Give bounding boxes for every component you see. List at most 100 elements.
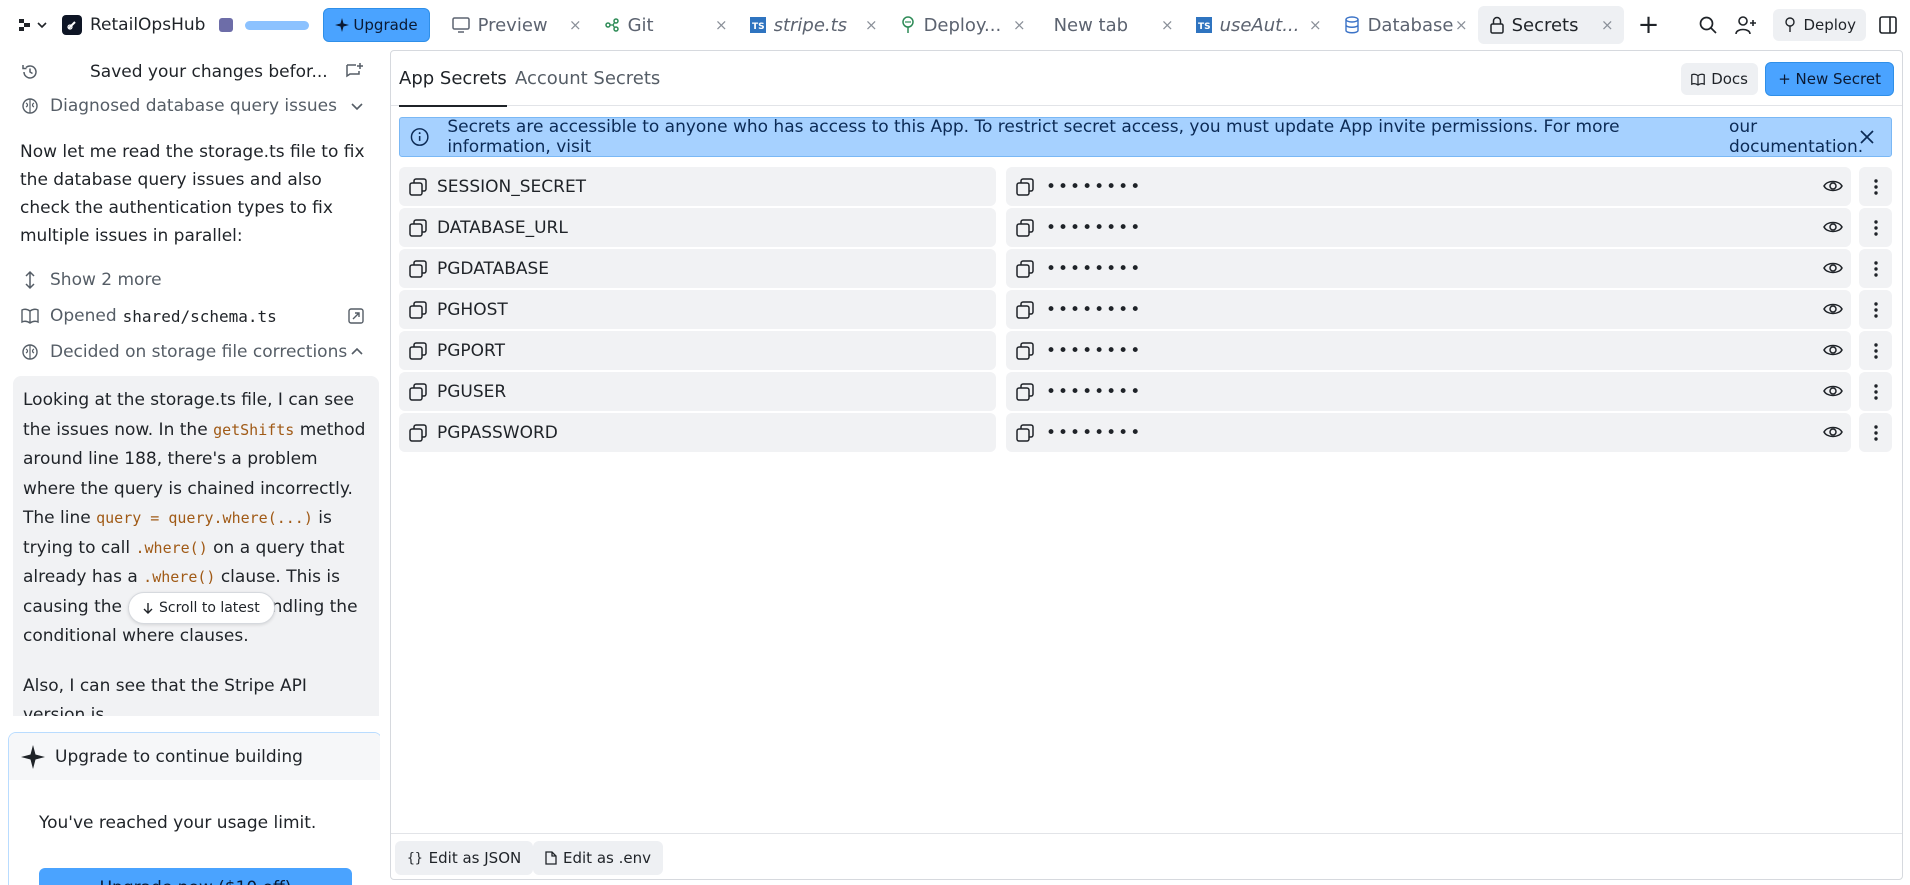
tab-secrets[interactable]: Secrets × xyxy=(1477,6,1624,44)
secret-key-field[interactable]: PGPORT xyxy=(399,331,996,370)
secret-key-field[interactable]: PGHOST xyxy=(399,290,996,329)
chevron-down-icon xyxy=(37,22,47,29)
copy-icon[interactable] xyxy=(409,341,427,360)
tab-app-secrets[interactable]: App Secrets xyxy=(399,51,507,107)
eye-icon[interactable] xyxy=(1823,300,1843,318)
tab-useauth[interactable]: TS useAut... × xyxy=(1184,6,1332,44)
close-icon[interactable]: × xyxy=(715,16,728,34)
close-icon[interactable]: × xyxy=(1455,16,1468,34)
close-icon[interactable]: × xyxy=(569,16,582,34)
copy-icon[interactable] xyxy=(1016,259,1034,278)
agent-chat-panel: Saved your changes befor... Diagnosed da… xyxy=(0,50,380,885)
toggle-panel-button[interactable] xyxy=(1866,16,1910,34)
tab-new-tab[interactable]: New tab × xyxy=(1036,6,1184,44)
secret-more-button[interactable] xyxy=(1859,249,1892,288)
eye-icon[interactable] xyxy=(1823,177,1843,195)
tab-database[interactable]: Database × xyxy=(1332,6,1478,44)
tab-preview[interactable]: Preview × xyxy=(440,6,592,44)
secret-row: SESSION_SECRET •••••••• xyxy=(399,167,1892,206)
more-vertical-icon xyxy=(1873,383,1878,400)
secret-more-button[interactable] xyxy=(1859,413,1892,452)
close-icon[interactable]: × xyxy=(1309,16,1322,34)
secret-more-button[interactable] xyxy=(1859,290,1892,329)
history-icon[interactable] xyxy=(20,63,40,81)
secret-key-field[interactable]: SESSION_SECRET xyxy=(399,167,996,206)
upgrade-button[interactable]: Upgrade xyxy=(323,8,430,42)
copy-icon[interactable] xyxy=(409,177,427,196)
deploy-button[interactable]: Deploy xyxy=(1773,9,1866,41)
close-icon[interactable]: × xyxy=(1013,16,1026,34)
secret-value-field[interactable]: •••••••• xyxy=(1006,331,1851,370)
secret-key: SESSION_SECRET xyxy=(437,176,587,197)
tab-stripe-ts[interactable]: TS stripe.ts × xyxy=(738,6,888,44)
secret-key-field[interactable]: DATABASE_URL xyxy=(399,208,996,247)
copy-icon[interactable] xyxy=(1016,382,1034,401)
secret-value-field[interactable]: •••••••• xyxy=(1006,372,1851,411)
add-tab-button[interactable]: + xyxy=(1624,6,1674,44)
secret-value-field[interactable]: •••••••• xyxy=(1006,208,1851,247)
search-button[interactable] xyxy=(1689,15,1727,35)
copy-icon[interactable] xyxy=(409,423,427,442)
copy-icon[interactable] xyxy=(409,259,427,278)
secret-key-field[interactable]: PGUSER xyxy=(399,372,996,411)
secret-value-field[interactable]: •••••••• xyxy=(1006,249,1851,288)
decided-step[interactable]: Decided on storage file corrections xyxy=(20,340,364,364)
secret-key-field[interactable]: PGPASSWORD xyxy=(399,413,996,452)
diagnosed-step[interactable]: Diagnosed database query issues xyxy=(20,94,364,118)
copy-icon[interactable] xyxy=(1016,177,1034,196)
eye-icon[interactable] xyxy=(1823,259,1843,277)
eye-icon[interactable] xyxy=(1823,218,1843,236)
close-icon[interactable]: × xyxy=(865,16,878,34)
close-banner-button[interactable] xyxy=(1857,127,1877,147)
secret-value-field[interactable]: •••••••• xyxy=(1006,413,1851,452)
tab-git[interactable]: Git × xyxy=(592,6,738,44)
app-name: RetailOpsHub xyxy=(90,15,206,35)
tab-account-secrets[interactable]: Account Secrets xyxy=(515,51,660,106)
copy-icon[interactable] xyxy=(1016,218,1034,237)
info-icon xyxy=(410,128,429,146)
tab-deploy[interactable]: Deploy... × xyxy=(888,6,1036,44)
upgrade-card: Upgrade to continue building You've reac… xyxy=(8,732,380,885)
new-secret-button[interactable]: + New Secret xyxy=(1765,62,1894,96)
copy-icon[interactable] xyxy=(409,300,427,319)
secret-key-field[interactable]: PGDATABASE xyxy=(399,249,996,288)
secret-more-button[interactable] xyxy=(1859,331,1892,370)
eye-icon[interactable] xyxy=(1823,423,1843,441)
more-vertical-icon xyxy=(1873,424,1878,441)
secrets-pane: App Secrets Account Secrets Docs + New S… xyxy=(390,50,1903,880)
app-status-icon xyxy=(219,18,234,32)
secret-row: PGUSER •••••••• xyxy=(399,372,1892,411)
docs-button[interactable]: Docs xyxy=(1681,63,1758,95)
copy-icon[interactable] xyxy=(1016,341,1034,360)
secret-value-masked: •••••••• xyxy=(1046,176,1143,197)
opened-file-step[interactable]: Opened shared/schema.ts xyxy=(20,304,364,328)
scroll-to-latest-button[interactable]: Scroll to latest xyxy=(128,592,275,624)
secret-value-field[interactable]: •••••••• xyxy=(1006,167,1851,206)
secret-more-button[interactable] xyxy=(1859,372,1892,411)
expand-vertical-icon xyxy=(20,270,40,290)
new-chat-button[interactable] xyxy=(344,62,364,82)
app-name-button[interactable]: RetailOpsHub xyxy=(62,15,205,35)
edit-as-env-button[interactable]: Edit as .env xyxy=(533,841,663,875)
brain-icon xyxy=(20,97,40,115)
chevron-up-icon xyxy=(350,345,364,359)
invite-user-button[interactable] xyxy=(1727,15,1765,35)
eye-icon[interactable] xyxy=(1823,341,1843,359)
show-more-button[interactable]: Show 2 more xyxy=(20,268,364,292)
eye-icon[interactable] xyxy=(1823,382,1843,400)
close-icon[interactable]: × xyxy=(1161,16,1174,34)
workspace-menu-button[interactable] xyxy=(18,18,48,32)
secret-value-field[interactable]: •••••••• xyxy=(1006,290,1851,329)
edit-as-json-button[interactable]: {} Edit as JSON xyxy=(395,841,534,875)
more-vertical-icon xyxy=(1873,342,1878,359)
copy-icon[interactable] xyxy=(409,218,427,237)
copy-icon[interactable] xyxy=(409,382,427,401)
info-banner: Secrets are accessible to anyone who has… xyxy=(399,117,1892,157)
copy-icon[interactable] xyxy=(1016,300,1034,319)
secret-more-button[interactable] xyxy=(1859,208,1892,247)
copy-icon[interactable] xyxy=(1016,423,1034,442)
upgrade-now-button[interactable]: Upgrade now ($10 off) xyxy=(39,868,352,885)
close-icon[interactable]: × xyxy=(1601,16,1614,34)
open-external-icon[interactable] xyxy=(348,308,364,324)
secret-more-button[interactable] xyxy=(1859,167,1892,206)
